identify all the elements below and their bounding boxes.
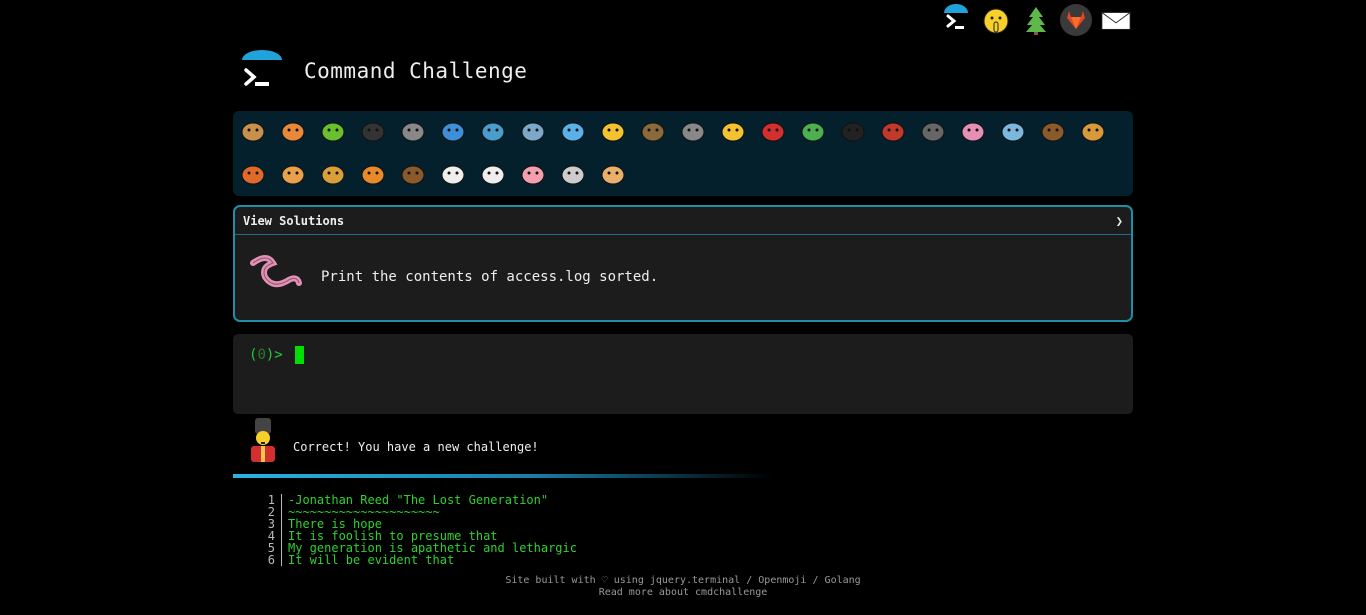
monkey-icon[interactable] xyxy=(1035,113,1071,149)
web-icon[interactable] xyxy=(395,113,431,149)
worm-icon[interactable] xyxy=(955,113,991,149)
jquery-terminal-link[interactable]: jquery.terminal xyxy=(650,575,740,586)
fish-icon[interactable] xyxy=(555,113,591,149)
challenge-description: Print the contents of access.log sorted. xyxy=(321,269,659,285)
dolphin-icon[interactable] xyxy=(515,113,551,149)
progress-bar xyxy=(233,474,773,478)
worm-icon xyxy=(247,255,303,299)
footer: Site built with ♡ using jquery.terminal … xyxy=(0,575,1366,599)
terminal-cursor xyxy=(295,346,305,364)
challenge-card: View Solutions ❯ Print the contents of a… xyxy=(233,205,1133,322)
wolf-icon[interactable] xyxy=(675,113,711,149)
shushing-face-icon[interactable] xyxy=(980,2,1012,38)
lion-icon[interactable] xyxy=(315,156,351,192)
golang-link[interactable]: Golang xyxy=(825,575,861,586)
spider-icon[interactable] xyxy=(835,113,871,149)
poem-text: It will be evident that xyxy=(288,553,455,567)
feedback-message: Correct! You have a new challenge! xyxy=(293,440,539,454)
scorpion-icon[interactable] xyxy=(875,113,911,149)
read-more-link[interactable]: Read more about cmdchallenge xyxy=(599,587,768,598)
fly-icon[interactable] xyxy=(915,113,951,149)
poem: 1 -Jonathan Reed "The Lost Generation" 2 ~~… xyxy=(255,494,577,566)
horse-icon[interactable] xyxy=(395,156,431,192)
logo-icon[interactable] xyxy=(240,50,284,92)
dog-icon[interactable] xyxy=(1075,113,1111,149)
challenge-selector xyxy=(233,111,1133,196)
mouse-icon[interactable] xyxy=(555,156,591,192)
snail-icon[interactable] xyxy=(235,113,271,149)
poem-line: 6 It will be evident that xyxy=(255,554,577,566)
prompt-count: 0 xyxy=(257,347,266,363)
terminal-prompt: (0)> xyxy=(249,346,305,364)
terminal[interactable]: (0)> xyxy=(233,334,1133,414)
heart-icon: ♡ xyxy=(601,575,608,586)
view-solutions-label: View Solutions xyxy=(243,213,345,228)
chevron-right-icon: ❯ xyxy=(1115,213,1123,228)
hamster-icon[interactable] xyxy=(595,156,631,192)
tree-icon[interactable] xyxy=(1020,2,1052,38)
tiger-icon[interactable] xyxy=(355,156,391,192)
cucumber-icon[interactable] xyxy=(795,113,831,149)
shark-icon[interactable] xyxy=(475,113,511,149)
site-header: Command Challenge xyxy=(240,50,527,92)
footer-line-1: Site built with ♡ using jquery.terminal … xyxy=(505,575,861,586)
microbe-icon[interactable] xyxy=(995,113,1031,149)
terminal-icon[interactable] xyxy=(940,2,972,38)
blowfish-icon[interactable] xyxy=(635,113,671,149)
bee-icon[interactable] xyxy=(715,113,751,149)
envelope-icon[interactable] xyxy=(1100,2,1132,38)
feedback: Correct! You have a new challenge! xyxy=(247,416,539,468)
ant-icon[interactable] xyxy=(355,113,391,149)
cow-icon[interactable] xyxy=(475,156,511,192)
page-title: Command Challenge xyxy=(304,59,528,83)
caterpillar-icon[interactable] xyxy=(315,113,351,149)
butterfly-icon[interactable] xyxy=(275,113,311,149)
guard-icon xyxy=(247,416,279,468)
line-number: 6 xyxy=(255,554,282,566)
pig-icon[interactable] xyxy=(515,156,551,192)
view-solutions-toggle[interactable]: View Solutions ❯ xyxy=(235,207,1131,235)
gitlab-icon[interactable] xyxy=(1060,2,1092,38)
ladybug-icon[interactable] xyxy=(755,113,791,149)
unicorn-icon[interactable] xyxy=(435,156,471,192)
fox-icon[interactable] xyxy=(235,156,271,192)
openmoji-link[interactable]: Openmoji xyxy=(758,575,806,586)
cat-icon[interactable] xyxy=(275,156,311,192)
whale-icon[interactable] xyxy=(435,113,471,149)
top-icon-bar xyxy=(940,2,1132,38)
tropical-fish-icon[interactable] xyxy=(595,113,631,149)
